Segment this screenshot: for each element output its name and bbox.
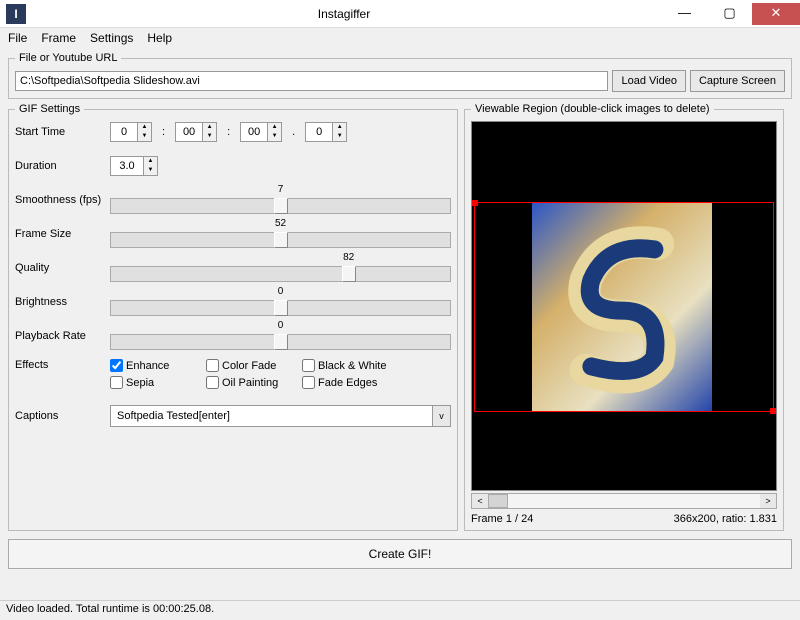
- start-ms-spinner[interactable]: ▲▼: [305, 122, 347, 142]
- quality-label: Quality: [15, 262, 110, 274]
- spinner-up-icon[interactable]: ▲: [203, 123, 216, 132]
- smoothness-slider[interactable]: [110, 198, 451, 214]
- menu-settings[interactable]: Settings: [90, 31, 133, 45]
- menu-frame[interactable]: Frame: [41, 31, 76, 45]
- maximize-button[interactable]: ▢: [707, 3, 752, 25]
- scroll-right-icon[interactable]: >: [760, 494, 776, 508]
- frame-counter: Frame 1 / 24: [471, 513, 533, 525]
- crop-handle-tl[interactable]: [472, 200, 478, 206]
- effects-label: Effects: [15, 359, 110, 371]
- dimensions-info: 366x200, ratio: 1.831: [674, 513, 777, 525]
- chevron-down-icon[interactable]: v: [432, 406, 450, 426]
- playback-value: 0: [278, 320, 284, 331]
- menu-help[interactable]: Help: [147, 31, 172, 45]
- titlebar: I Instagiffer — ▢ ✕: [0, 0, 800, 28]
- create-gif-button[interactable]: Create GIF!: [8, 539, 792, 569]
- capture-screen-button[interactable]: Capture Screen: [690, 70, 785, 92]
- file-url-input[interactable]: [15, 71, 608, 91]
- spinner-up-icon[interactable]: ▲: [144, 157, 157, 166]
- gif-settings-legend: GIF Settings: [15, 103, 84, 115]
- load-video-button[interactable]: Load Video: [612, 70, 685, 92]
- window-title: Instagiffer: [26, 7, 662, 21]
- status-bar: Video loaded. Total runtime is 00:00:25.…: [0, 600, 800, 620]
- captions-input[interactable]: [111, 406, 432, 426]
- spinner-down-icon[interactable]: ▼: [138, 132, 151, 141]
- start-time-label: Start Time: [15, 126, 110, 138]
- crop-handle-br[interactable]: [770, 408, 776, 414]
- duration-spinner[interactable]: ▲▼: [110, 156, 158, 176]
- preview-canvas[interactable]: [471, 121, 777, 491]
- fx-colorfade-checkbox[interactable]: Color Fade: [206, 359, 294, 372]
- fx-bw-checkbox[interactable]: Black & White: [302, 359, 390, 372]
- viewer-group: Viewable Region (double-click images to …: [464, 103, 784, 531]
- close-button[interactable]: ✕: [752, 3, 800, 25]
- minimize-button[interactable]: —: [662, 3, 707, 25]
- fx-fade-checkbox[interactable]: Fade Edges: [302, 376, 390, 389]
- fx-oil-checkbox[interactable]: Oil Painting: [206, 376, 294, 389]
- quality-value: 82: [343, 252, 354, 263]
- brightness-label: Brightness: [15, 296, 110, 308]
- captions-combo[interactable]: v: [110, 405, 451, 427]
- menu-file[interactable]: File: [8, 31, 27, 45]
- spinner-up-icon[interactable]: ▲: [268, 123, 281, 132]
- spinner-up-icon[interactable]: ▲: [138, 123, 151, 132]
- spinner-down-icon[interactable]: ▼: [268, 132, 281, 141]
- framesize-value: 52: [275, 218, 286, 229]
- file-url-legend: File or Youtube URL: [15, 52, 121, 64]
- scroll-left-icon[interactable]: <: [472, 494, 488, 508]
- quality-slider[interactable]: [110, 266, 451, 282]
- smoothness-label: Smoothness (fps): [15, 194, 110, 206]
- menubar: File Frame Settings Help: [0, 28, 800, 48]
- spinner-down-icon[interactable]: ▼: [144, 166, 157, 175]
- fx-sepia-checkbox[interactable]: Sepia: [110, 376, 198, 389]
- gif-settings-group: GIF Settings Start Time ▲▼ : ▲▼ : ▲▼ . ▲…: [8, 103, 458, 531]
- framesize-slider[interactable]: [110, 232, 451, 248]
- smoothness-value: 7: [278, 184, 284, 195]
- frame-scrollbar[interactable]: < >: [471, 493, 777, 509]
- fx-enhance-checkbox[interactable]: Enhance: [110, 359, 198, 372]
- playback-slider[interactable]: [110, 334, 451, 350]
- crop-selection[interactable]: [474, 202, 774, 412]
- captions-label: Captions: [15, 410, 110, 422]
- duration-label: Duration: [15, 160, 110, 172]
- framesize-label: Frame Size: [15, 228, 110, 240]
- brightness-slider[interactable]: [110, 300, 451, 316]
- viewer-legend: Viewable Region (double-click images to …: [471, 103, 714, 115]
- start-hours-spinner[interactable]: ▲▼: [110, 122, 152, 142]
- app-icon: I: [6, 4, 26, 24]
- file-url-group: File or Youtube URL Load Video Capture S…: [8, 52, 792, 99]
- playback-label: Playback Rate: [15, 330, 110, 342]
- brightness-value: 0: [278, 286, 284, 297]
- scroll-thumb[interactable]: [488, 494, 508, 508]
- spinner-up-icon[interactable]: ▲: [333, 123, 346, 132]
- start-minutes-spinner[interactable]: ▲▼: [175, 122, 217, 142]
- spinner-down-icon[interactable]: ▼: [333, 132, 346, 141]
- spinner-down-icon[interactable]: ▼: [203, 132, 216, 141]
- start-seconds-spinner[interactable]: ▲▼: [240, 122, 282, 142]
